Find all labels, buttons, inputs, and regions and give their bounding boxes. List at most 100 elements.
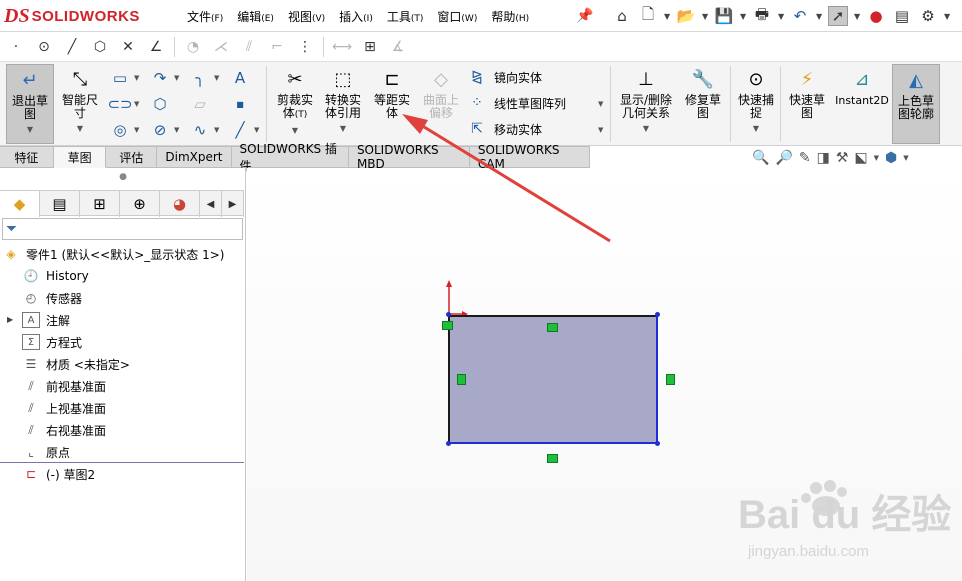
tree-item-history[interactable]: 🕘 History <box>22 266 89 286</box>
chevron-down-icon[interactable]: ▼ <box>740 12 746 21</box>
chevron-down-icon[interactable]: ▼ <box>77 122 83 135</box>
rebuild-traffic-light-icon[interactable]: ● <box>866 6 886 26</box>
quick-snaps-button[interactable]: ⊙ 快速捕捉 ▼ <box>734 64 778 144</box>
pin-icon[interactable]: 📌 <box>576 8 593 24</box>
rectangle-corner-point[interactable] <box>446 312 451 317</box>
print-icon[interactable]: 🖶 <box>752 5 772 26</box>
parallel-icon[interactable]: ⫽ <box>239 37 259 57</box>
tab-features[interactable]: 特征 <box>0 146 54 168</box>
horizontal-relation-icon[interactable] <box>547 323 558 332</box>
exit-sketch-button[interactable]: ↵ 退出草图 ▼ <box>6 64 54 144</box>
menu-window[interactable]: 窗口(W) <box>430 8 484 25</box>
point-icon[interactable]: · <box>6 37 26 57</box>
chevron-down-icon[interactable]: ▼ <box>643 122 649 135</box>
smart-dimension-button[interactable]: ⤡ 智能尺寸 ▼ <box>58 64 102 144</box>
plane-sketch-icon[interactable]: ▱ <box>190 94 210 114</box>
menu-tools[interactable]: 工具(T) <box>380 8 431 25</box>
tree-item-annotations[interactable]: A 注解 <box>22 310 70 330</box>
chevron-down-icon[interactable]: ▼ <box>340 122 346 135</box>
chevron-down-icon[interactable]: ▼ <box>134 74 139 82</box>
chevron-down-icon[interactable]: ▼ <box>702 12 708 21</box>
chevron-left-icon[interactable]: ◀ <box>200 191 222 217</box>
menu-file[interactable]: 文件(F) <box>180 8 230 25</box>
polygon-hex-icon[interactable]: ⬡ <box>150 94 170 114</box>
tab-solidworks-addins[interactable]: SOLIDWORKS 插件 <box>231 142 349 173</box>
tab-sketch[interactable]: 草图 <box>53 146 107 168</box>
configuration-manager-tab-icon[interactable]: ⊞ <box>80 191 120 217</box>
file-properties-icon[interactable]: ▤ <box>892 6 912 26</box>
previous-view-icon[interactable]: ✎ <box>799 150 811 166</box>
tree-root-part[interactable]: ◈ 零件1 (默认<<默认>_显示状态 1>) <box>2 244 224 264</box>
trim-cross-icon[interactable]: ✕ <box>118 37 138 57</box>
display-manager-tab-icon[interactable]: ◕ <box>160 191 200 217</box>
tab-evaluate[interactable]: 评估 <box>106 146 158 168</box>
dynamic-annotation-icon[interactable]: ⚒ <box>836 150 849 166</box>
chevron-down-icon[interactable]: ▼ <box>254 126 259 134</box>
spline-icon[interactable]: ∿ <box>190 120 210 140</box>
tab-dimxpert[interactable]: DimXpert <box>157 146 232 168</box>
convert-entities-button[interactable]: ⬚ 转换实体引用 ▼ <box>320 64 366 144</box>
dimxpert-manager-tab-icon[interactable]: ⊕ <box>120 191 160 217</box>
tree-filter-input[interactable]: ⏷ <box>2 218 243 240</box>
angle-icon[interactable]: ∡ <box>388 37 408 57</box>
chevron-down-icon[interactable]: ▼ <box>214 126 219 134</box>
expand-arrow-icon[interactable]: ▶ <box>7 315 13 324</box>
menu-help[interactable]: 帮助(H) <box>484 8 536 25</box>
rectangle-corner-point[interactable] <box>446 441 451 446</box>
line-icon[interactable]: ╱ <box>62 37 82 57</box>
options-gear-icon[interactable]: ⚙ <box>918 6 938 26</box>
chevron-down-icon[interactable]: ▼ <box>944 12 950 21</box>
zoom-to-area-icon[interactable]: 🔎 <box>775 150 792 166</box>
rectangle-corner-point[interactable] <box>655 312 660 317</box>
save-icon[interactable]: 💾 <box>714 6 734 26</box>
chevron-down-icon[interactable]: ▼ <box>134 100 139 108</box>
mirror-entities-button[interactable]: ⧎ 镜向实体 <box>468 66 542 88</box>
instant2d-button[interactable]: ⊿ Instant2D <box>834 64 890 144</box>
chevron-down-icon[interactable]: ▼ <box>598 100 603 108</box>
spline-dotted-icon[interactable]: ↷ <box>150 68 170 88</box>
sketch-fillet-icon[interactable]: ╮ <box>190 68 210 88</box>
chevron-down-icon[interactable]: ▼ <box>664 12 670 21</box>
point-small-icon[interactable]: ■ <box>230 94 250 114</box>
tree-item-origin[interactable]: ⌞ 原点 <box>22 442 70 462</box>
menu-edit[interactable]: 编辑(E) <box>230 8 281 25</box>
undo-icon[interactable]: ↶ <box>790 6 810 26</box>
panel-collapse-handle[interactable]: ● <box>0 172 246 182</box>
repair-sketch-button[interactable]: 🔧 修复草图 <box>680 64 726 144</box>
vertical-relation-icon[interactable] <box>666 374 675 385</box>
sketch-rectangle[interactable] <box>448 315 658 444</box>
arc-icon[interactable]: ⊘ <box>150 120 170 140</box>
home-icon[interactable]: ⌂ <box>612 6 632 26</box>
centerline-icon[interactable]: ╱ <box>230 120 250 140</box>
polygon-icon[interactable]: ⬡ <box>90 37 110 57</box>
chevron-down-icon[interactable]: ▼ <box>214 74 219 82</box>
open-folder-icon[interactable]: 📂 <box>676 6 696 26</box>
slot-icon[interactable]: ⊂⊃ <box>107 94 132 114</box>
chevron-down-icon[interactable]: ▼ <box>816 12 822 21</box>
chevron-down-icon[interactable]: ▼ <box>174 74 179 82</box>
chevron-down-icon[interactable]: ▼ <box>753 122 759 135</box>
zoom-to-fit-icon[interactable]: 🔍 <box>752 150 769 166</box>
trim-entities-button[interactable]: ✂ 剪裁实体(T) ▼ <box>272 64 318 144</box>
circle-center-icon[interactable]: ⊙ <box>34 37 54 57</box>
tree-item-right-plane[interactable]: ⫽ 右视基准面 <box>22 420 106 440</box>
corner-icon[interactable]: ⌐ <box>267 37 287 57</box>
chevron-down-icon[interactable]: ▼ <box>292 124 298 137</box>
select-pointer-icon[interactable]: ➚ <box>828 6 848 26</box>
shaded-sketch-contours-button[interactable]: ◭ 上色草图轮廓 <box>892 64 940 144</box>
chevron-down-icon[interactable]: ▼ <box>854 12 860 21</box>
rectangle-icon[interactable]: ▭ <box>110 68 130 88</box>
rapid-sketch-button[interactable]: ⚡ 快速草图 <box>784 64 830 144</box>
construction-line-icon[interactable]: ⋮ <box>295 37 315 57</box>
vertical-relation-icon[interactable] <box>457 374 466 385</box>
menu-view[interactable]: 视图(V) <box>281 8 332 25</box>
grid-icon[interactable]: ⊞ <box>360 37 380 57</box>
chevron-down-icon[interactable]: ▼ <box>903 154 908 162</box>
chevron-right-icon[interactable]: ▶ <box>222 191 244 217</box>
angle-line-icon[interactable]: ∠ <box>146 37 166 57</box>
chevron-down-icon[interactable]: ▼ <box>134 126 139 134</box>
chevron-down-icon[interactable]: ▼ <box>174 126 179 134</box>
rollback-bar[interactable] <box>0 462 244 463</box>
tree-item-sensors[interactable]: ◴ 传感器 <box>22 288 82 308</box>
menu-insert[interactable]: 插入(I) <box>332 8 380 25</box>
